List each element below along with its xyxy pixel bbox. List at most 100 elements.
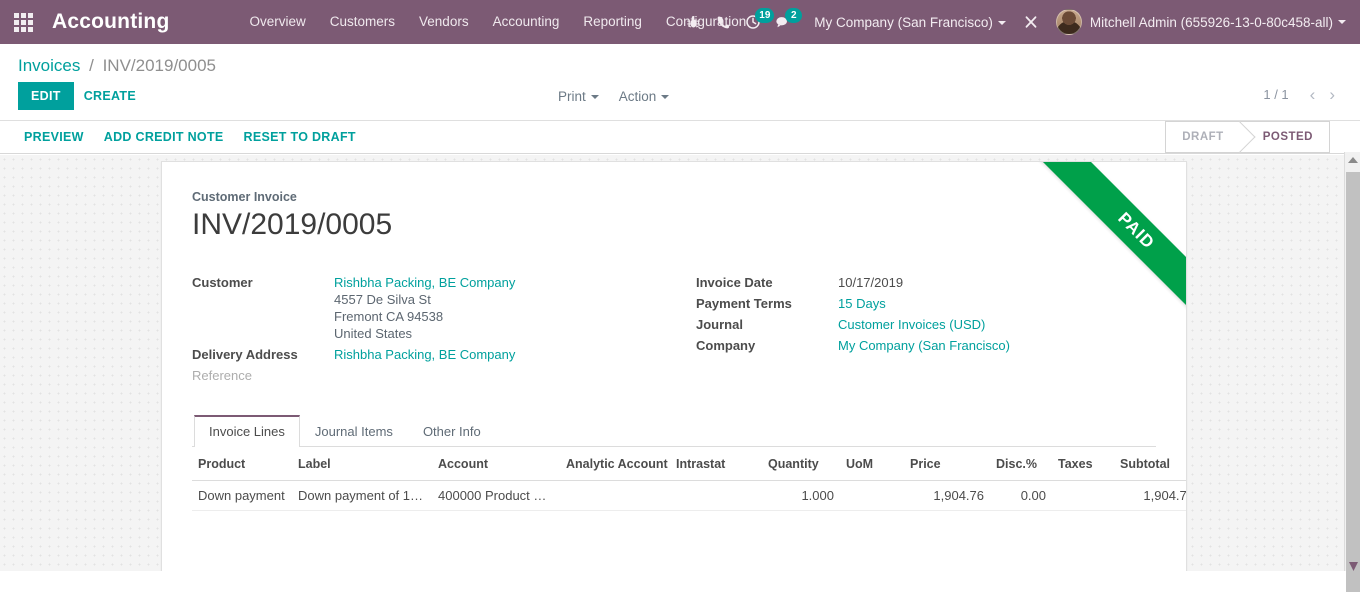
- invoice-notebook: Invoice Lines Journal Items Other Info P…: [192, 415, 1156, 511]
- col-header-label[interactable]: Label: [292, 447, 432, 481]
- edit-button[interactable]: EDIT: [18, 82, 74, 110]
- activity-clock-icon[interactable]: 19: [738, 0, 768, 44]
- status-pipeline: DRAFT POSTED: [1165, 121, 1330, 153]
- print-dropdown[interactable]: Print: [548, 85, 609, 108]
- cell-label[interactable]: Down payment of 10.0%: [292, 481, 432, 511]
- table-row[interactable]: Down payment Down payment of 10.0% 40000…: [192, 481, 1187, 511]
- col-header-intrastat[interactable]: Intrastat: [670, 447, 762, 481]
- cell-taxes[interactable]: [1052, 481, 1114, 511]
- field-journal: Journal Customer Invoices (USD): [696, 316, 1156, 333]
- tab-journal-items[interactable]: Journal Items: [300, 415, 408, 447]
- col-header-product[interactable]: Product: [192, 447, 292, 481]
- notebook-tabs: Invoice Lines Journal Items Other Info: [192, 415, 1156, 447]
- customer-link[interactable]: Rishbha Packing, BE Company: [334, 275, 515, 290]
- col-header-subtotal[interactable]: Subtotal: [1114, 447, 1187, 481]
- field-invoice-date-value: 10/17/2019: [838, 274, 903, 291]
- field-invoice-date: Invoice Date 10/17/2019: [696, 274, 1156, 291]
- tab-invoice-lines[interactable]: Invoice Lines: [194, 415, 300, 447]
- chevron-down-icon: [591, 95, 599, 99]
- cell-quantity[interactable]: 1.000: [762, 481, 840, 511]
- messages-counter-badge: 2: [785, 8, 802, 23]
- tab-other-info[interactable]: Other Info: [408, 415, 496, 447]
- control-panel-dropdowns: Print Action: [548, 85, 679, 108]
- menu-item-customers[interactable]: Customers: [318, 0, 407, 44]
- user-menu-label: Mitchell Admin (655926-13-0-80c458-all): [1090, 15, 1333, 30]
- field-company-value: My Company (San Francisco): [838, 337, 1010, 354]
- top-navbar: Accounting Overview Customers Vendors Ac…: [0, 0, 1360, 44]
- invoice-sheet: PAID Customer Invoice INV/2019/0005 Cust…: [161, 161, 1187, 571]
- app-brand-title: Accounting: [46, 10, 176, 34]
- pager-value: 1 / 1: [1263, 87, 1302, 102]
- status-badge-draft[interactable]: DRAFT: [1165, 121, 1239, 153]
- chevron-left-icon[interactable]: ‹: [1303, 86, 1323, 103]
- customer-country: United States: [334, 325, 515, 342]
- col-header-account[interactable]: Account: [432, 447, 560, 481]
- col-header-quantity[interactable]: Quantity: [762, 447, 840, 481]
- vertical-scrollbar[interactable]: [1344, 152, 1360, 571]
- field-delivery-address-label: Delivery Address: [192, 346, 334, 362]
- breadcrumb-separator: /: [89, 56, 94, 75]
- chevron-down-icon: [1338, 20, 1346, 24]
- field-payment-terms-value: 15 Days: [838, 295, 886, 312]
- form-action-statusbar: PREVIEW ADD CREDIT NOTE RESET TO DRAFT D…: [0, 121, 1360, 154]
- company-switcher[interactable]: My Company (San Francisco): [798, 15, 1016, 30]
- delivery-address-link[interactable]: Rishbha Packing, BE Company: [334, 347, 515, 362]
- cell-analytic-account[interactable]: [560, 481, 670, 511]
- journal-link[interactable]: Customer Invoices (USD): [838, 317, 985, 332]
- col-header-taxes[interactable]: Taxes: [1052, 447, 1114, 481]
- col-header-discount[interactable]: Disc.%: [990, 447, 1052, 481]
- cell-account[interactable]: 400000 Product Sales: [432, 481, 560, 511]
- scroll-up-arrow-icon[interactable]: [1348, 157, 1358, 163]
- field-invoice-date-label: Invoice Date: [696, 274, 838, 290]
- col-header-analytic-account[interactable]: Analytic Account: [560, 447, 670, 481]
- company-link[interactable]: My Company (San Francisco): [838, 338, 1010, 353]
- breadcrumb: Invoices / INV/2019/0005: [0, 44, 1360, 82]
- field-customer-value: Rishbha Packing, BE Company 4557 De Silv…: [334, 274, 515, 342]
- field-customer-label: Customer: [192, 274, 334, 290]
- menu-item-overview[interactable]: Overview: [238, 0, 318, 44]
- invoice-fields-left: Customer Rishbha Packing, BE Company 455…: [192, 274, 674, 387]
- menu-item-reporting[interactable]: Reporting: [571, 0, 654, 44]
- debug-tools-icon[interactable]: [1016, 0, 1046, 44]
- invoice-lines-table: Product Label Account Analytic Account I…: [192, 447, 1187, 511]
- print-dropdown-label: Print: [558, 89, 586, 104]
- chevron-down-icon: [998, 21, 1006, 25]
- document-type-label: Customer Invoice: [192, 190, 1156, 204]
- field-journal-value: Customer Invoices (USD): [838, 316, 985, 333]
- action-dropdown-label: Action: [619, 89, 657, 104]
- col-header-price[interactable]: Price: [904, 447, 990, 481]
- messages-bubble-icon[interactable]: 2: [768, 0, 798, 44]
- breadcrumb-invoices-link[interactable]: Invoices: [18, 56, 80, 75]
- control-panel: Invoices / INV/2019/0005 EDIT CREATE Pri…: [0, 44, 1360, 121]
- phone-icon[interactable]: [708, 0, 738, 44]
- breadcrumb-current: INV/2019/0005: [103, 56, 216, 75]
- vertical-scrollbar-thumb[interactable]: [1346, 172, 1360, 592]
- cell-product[interactable]: Down payment: [192, 481, 292, 511]
- add-credit-note-button[interactable]: ADD CREDIT NOTE: [94, 126, 234, 148]
- cell-discount[interactable]: 0.00: [990, 481, 1052, 511]
- col-header-uom[interactable]: UoM: [840, 447, 904, 481]
- systray: 19 2 My Company (San Francisco) Mitchell…: [678, 0, 1360, 44]
- menu-item-accounting[interactable]: Accounting: [481, 0, 572, 44]
- action-dropdown[interactable]: Action: [609, 85, 680, 108]
- user-menu[interactable]: Mitchell Admin (655926-13-0-80c458-all): [1046, 9, 1352, 35]
- cell-uom[interactable]: [840, 481, 904, 511]
- menu-item-vendors[interactable]: Vendors: [407, 0, 481, 44]
- cell-intrastat[interactable]: [670, 481, 762, 511]
- bug-icon[interactable]: [678, 0, 708, 44]
- chevron-right-icon[interactable]: ›: [1322, 86, 1342, 103]
- field-payment-terms: Payment Terms 15 Days: [696, 295, 1156, 312]
- field-customer: Customer Rishbha Packing, BE Company 455…: [192, 274, 674, 342]
- payment-terms-link[interactable]: 15 Days: [838, 296, 886, 311]
- create-button[interactable]: CREATE: [74, 83, 146, 109]
- field-payment-terms-label: Payment Terms: [696, 295, 838, 311]
- reset-to-draft-button[interactable]: RESET TO DRAFT: [234, 126, 366, 148]
- field-delivery-address-value: Rishbha Packing, BE Company: [334, 346, 515, 363]
- form-action-buttons: PREVIEW ADD CREDIT NOTE RESET TO DRAFT: [0, 126, 366, 148]
- company-switcher-label: My Company (San Francisco): [814, 15, 993, 30]
- cell-price[interactable]: 1,904.76: [904, 481, 990, 511]
- apps-menu-button[interactable]: [0, 0, 46, 44]
- cell-subtotal[interactable]: 1,904.76: [1114, 481, 1187, 511]
- preview-button[interactable]: PREVIEW: [14, 126, 94, 148]
- avatar: [1056, 9, 1082, 35]
